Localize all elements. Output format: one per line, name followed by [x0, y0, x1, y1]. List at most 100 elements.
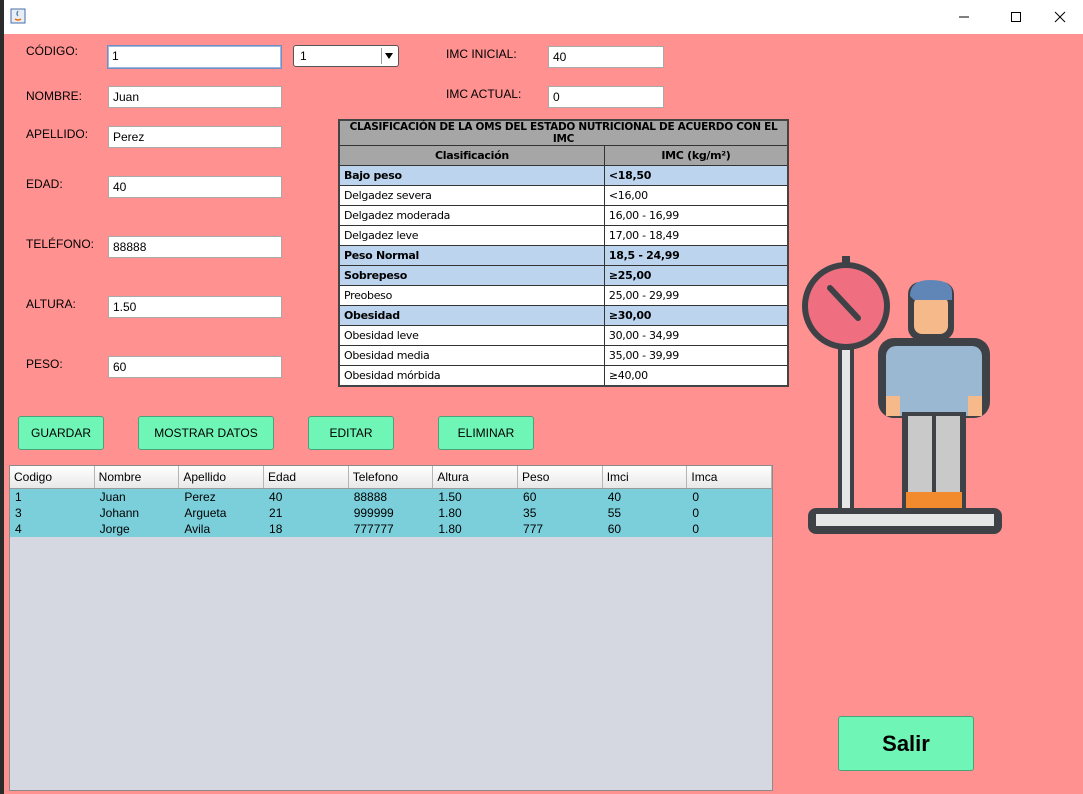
- edad-input[interactable]: 40: [108, 176, 282, 198]
- table-cell: Johann: [99, 506, 140, 520]
- table-cell: 1: [15, 490, 22, 504]
- close-icon: [1054, 11, 1066, 23]
- imc-table-row: Obesidad mórbida ≥40,00: [338, 365, 789, 386]
- table-cell: 88888: [353, 490, 388, 504]
- maximize-icon: [1011, 12, 1021, 22]
- table-cell: 1.80: [438, 506, 462, 520]
- imc-range-cell: 17,00 - 18,49: [603, 225, 789, 246]
- chevron-down-icon[interactable]: [381, 48, 396, 64]
- apellido-label: APELLIDO:: [26, 127, 89, 141]
- imc-actual-label: IMC ACTUAL:: [446, 87, 522, 101]
- table-row[interactable]: 3 Johann Argueta 21 999999 1.80 35 55 0: [10, 505, 772, 521]
- imc-table-row: Delgadez leve 17,00 - 18,49: [338, 225, 789, 246]
- nombre-label: NOMBRE:: [26, 89, 83, 103]
- imc-inicial-input[interactable]: 40: [548, 46, 664, 68]
- imc-table-row: Delgadez severa <16,00: [338, 185, 789, 206]
- table-cell: 60: [523, 490, 537, 504]
- table-cell: 4: [15, 522, 22, 536]
- guardar-button[interactable]: GUARDAR: [18, 416, 104, 450]
- table-cell: 55: [607, 506, 622, 520]
- close-button[interactable]: [1037, 0, 1083, 34]
- imc-classification-cell: Obesidad media: [338, 345, 605, 366]
- codigo-combobox[interactable]: 1: [293, 45, 399, 67]
- edad-label: EDAD:: [26, 177, 63, 191]
- table-cell: Argueta: [184, 506, 227, 520]
- minimize-icon: [959, 16, 969, 18]
- table-cell: 1.80: [438, 522, 462, 536]
- telefono-label: TELÉFONO:: [26, 237, 95, 251]
- imc-actual-input[interactable]: 0: [548, 86, 664, 108]
- table-row[interactable]: 4 Jorge Avila 18 777777 1.80 777 60 0: [10, 521, 772, 537]
- combobox-value: 1: [300, 49, 307, 63]
- column-header-altura[interactable]: Altura: [433, 466, 519, 488]
- imc-range-cell: <18,50: [603, 165, 789, 186]
- table-cell: 60: [607, 522, 622, 536]
- person-scale-illustration: [802, 256, 1002, 534]
- imc-table-header: Clasificación: [338, 145, 605, 166]
- imc-classification-cell: Preobeso: [338, 285, 605, 306]
- imc-table-row: Bajo peso <18,50: [338, 165, 789, 186]
- table-cell: Avila: [184, 522, 211, 536]
- column-header-imci[interactable]: Imci: [603, 466, 688, 488]
- table-cell: Juan: [99, 490, 126, 504]
- table-cell: 0: [692, 522, 700, 536]
- java-app-icon: [10, 8, 26, 24]
- altura-input[interactable]: 1.50: [108, 296, 282, 318]
- imc-range-cell: 25,00 - 29,99: [603, 285, 789, 306]
- imc-range-cell: 18,5 - 24,99: [603, 245, 789, 266]
- column-header-telefono[interactable]: Telefono: [349, 466, 434, 488]
- table-cell: Perez: [184, 490, 216, 504]
- table-cell: 35: [523, 506, 537, 520]
- app-window: CÓDIGO: NOMBRE: APELLIDO: EDAD: TELÉFONO…: [4, 0, 1083, 794]
- imc-table-row: Obesidad leve 30,00 - 34,99: [338, 325, 789, 346]
- table-cell: 40: [269, 490, 283, 504]
- table-cell: 18: [269, 522, 283, 536]
- imc-table-row: Peso Normal 18,5 - 24,99: [338, 245, 789, 266]
- nombre-input[interactable]: Juan: [108, 86, 282, 108]
- patients-table[interactable]: Codigo Nombre Apellido Edad Telefono Altura Pe…: [9, 465, 773, 791]
- imc-table-row: Delgadez moderada 16,00 - 16,99: [338, 205, 789, 226]
- salir-button[interactable]: Salir: [838, 716, 974, 771]
- imc-table-row: Obesidad ≥30,00: [338, 305, 789, 326]
- column-header-codigo[interactable]: Codigo: [10, 466, 95, 488]
- column-header-nombre[interactable]: Nombre: [95, 466, 180, 488]
- table-cell: 999999: [353, 506, 394, 520]
- apellido-input[interactable]: Perez: [108, 126, 282, 148]
- table-cell: 3: [15, 506, 22, 520]
- imc-classification-cell: Sobrepeso: [338, 265, 605, 286]
- codigo-input[interactable]: 1: [107, 45, 282, 69]
- imc-range-cell: ≥30,00: [603, 305, 789, 326]
- table-row[interactable]: 1 Juan Perez 40 88888 1.50 60 40 0: [10, 489, 772, 505]
- imc-classification-cell: Bajo peso: [338, 165, 605, 186]
- column-header-imca[interactable]: Imca: [687, 466, 772, 488]
- table-cell: 777777: [353, 522, 394, 536]
- imc-classification-table: CLASIFICACIÓN DE LA OMS DEL ESTADO NUTRI…: [338, 119, 789, 387]
- imc-classification-cell: Delgadez moderada: [338, 205, 605, 226]
- imc-classification-cell: Obesidad mórbida: [338, 365, 605, 386]
- table-cell: 0: [692, 490, 700, 504]
- column-header-edad[interactable]: Edad: [264, 466, 349, 488]
- table-cell: Jorge: [99, 522, 130, 536]
- altura-label: ALTURA:: [26, 297, 76, 311]
- imc-table-row: Preobeso 25,00 - 29,99: [338, 285, 789, 306]
- telefono-input[interactable]: 88888: [108, 236, 282, 258]
- maximize-button[interactable]: [993, 0, 1039, 34]
- imc-range-cell: 16,00 - 16,99: [603, 205, 789, 226]
- imc-classification-cell: Obesidad leve: [338, 325, 605, 346]
- column-header-apellido[interactable]: Apellido: [179, 466, 265, 488]
- table-cell: 0: [692, 506, 700, 520]
- imc-range-cell: ≥40,00: [603, 365, 789, 386]
- imc-range-cell: 30,00 - 34,99: [603, 325, 789, 346]
- imc-classification-cell: Peso Normal: [338, 245, 605, 266]
- peso-input[interactable]: 60: [108, 356, 282, 378]
- table-cell: 40: [607, 490, 622, 504]
- minimize-button[interactable]: [941, 0, 987, 34]
- column-header-peso[interactable]: Peso: [518, 466, 603, 488]
- editar-button[interactable]: EDITAR: [308, 416, 394, 450]
- eliminar-button[interactable]: ELIMINAR: [438, 416, 534, 450]
- imc-table-row: Obesidad media 35,00 - 39,99: [338, 345, 789, 366]
- imc-table-caption: CLASIFICACIÓN DE LA OMS DEL ESTADO NUTRI…: [338, 119, 789, 146]
- codigo-label: CÓDIGO:: [26, 44, 79, 58]
- table-cell: 1.50: [438, 490, 462, 504]
- mostrar-datos-button[interactable]: MOSTRAR DATOS: [138, 416, 274, 450]
